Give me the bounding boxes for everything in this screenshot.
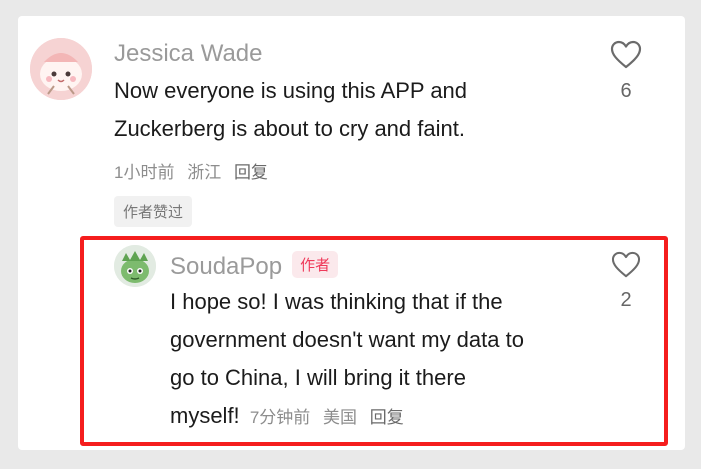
reply-button[interactable]: 回复 xyxy=(234,163,268,182)
comment-text-line: Now everyone is using this APP and xyxy=(114,78,468,103)
comment-text-line: Zuckerberg is about to cry and faint. xyxy=(114,116,465,141)
comment-username[interactable]: Jessica Wade xyxy=(114,40,263,68)
comment-list: Jessica Wade Now everyone is using this … xyxy=(18,16,685,450)
avatar[interactable] xyxy=(30,38,92,100)
like-button[interactable]: 6 xyxy=(606,40,646,103)
comment-item: Jessica Wade Now everyone is using this … xyxy=(18,16,685,231)
comment-meta: 1小时前 浙江 回复 xyxy=(114,158,268,183)
like-count: 6 xyxy=(620,80,632,102)
heart-icon[interactable] xyxy=(610,40,642,69)
comment-time: 1小时前 xyxy=(114,163,175,182)
highlight-box xyxy=(80,236,668,446)
comment-text: Now everyone is using this APP and Zucke… xyxy=(114,72,584,148)
comment-location: 浙江 xyxy=(187,163,222,182)
pink-cartoon-avatar-icon xyxy=(30,38,92,100)
author-liked-tag: 作者赞过 xyxy=(114,196,193,227)
